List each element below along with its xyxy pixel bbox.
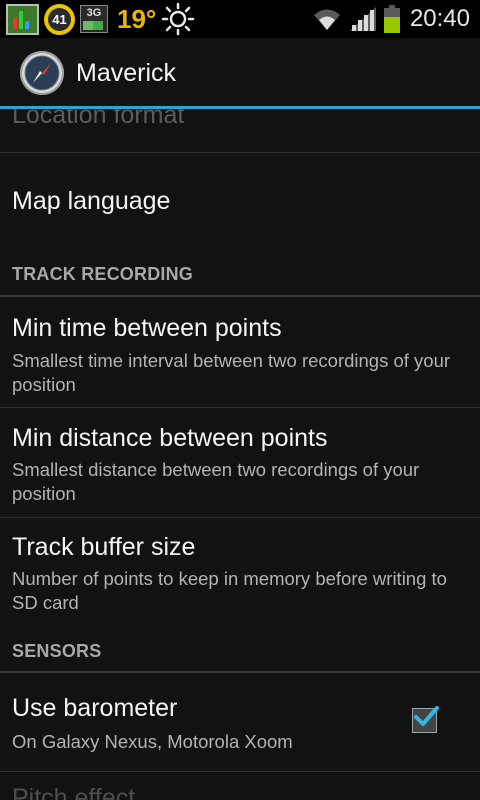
pref-title-location-format: Location format [12,109,185,129]
pref-summary-track-buffer: Number of points to keep in memory befor… [12,568,447,613]
pref-item-min-time[interactable]: Min time between points Smallest time in… [0,297,480,407]
pref-item-pitch-effect[interactable]: Pitch effect [0,772,480,800]
checkmark-icon [414,706,439,726]
pref-title-pitch-effect: Pitch effect [12,784,136,800]
pref-item-use-barometer[interactable]: Use barometer On Galaxy Nexus, Motorola … [0,673,480,771]
signal-icon [349,7,376,31]
section-header-sensors: SENSORS [12,641,102,661]
sun-icon [162,2,195,36]
temperature-label: 19° [117,3,157,34]
badge-number: 41 [48,7,71,31]
network-type-label: 3G [86,7,102,19]
pref-title-min-distance: Min distance between points [12,424,328,452]
pref-title-map-language: Map language [12,187,171,215]
wifi-icon [313,9,340,30]
counter-badge-icon: 41 [44,3,75,35]
network-3g-icon: 3G [80,5,108,33]
app-title: Maverick [76,58,177,87]
pref-item-location-format[interactable]: Location format [0,109,480,152]
status-bar: 41 3G 19° 20:40 [0,0,480,38]
pref-item-map-language[interactable]: Map language [0,153,480,261]
pref-title-use-barometer: Use barometer [12,694,178,722]
pref-title-min-time: Min time between points [12,314,282,342]
clock-time: 20:40 [409,5,470,32]
action-bar: Maverick [0,38,480,108]
preference-list[interactable]: Location format Map language TRACK RECOR… [0,109,480,800]
pref-summary-use-barometer: On Galaxy Nexus, Motorola Xoom [12,731,293,752]
battery-icon [383,5,400,33]
pref-title-track-buffer: Track buffer size [12,533,196,561]
pref-summary-min-distance: Smallest distance between two recordings… [12,459,420,504]
pref-item-min-distance[interactable]: Min distance between points Smallest dis… [0,408,480,517]
pref-summary-min-time: Smallest time interval between two recor… [12,350,451,395]
pref-item-track-buffer[interactable]: Track buffer size Number of points to ke… [0,518,480,628]
barometer-checkbox[interactable] [412,706,439,733]
system-icons: 20:40 [312,0,470,38]
chart-app-icon [6,3,39,35]
section-header-track-recording: TRACK RECORDING [12,264,193,284]
compass-app-icon[interactable] [20,51,64,95]
notification-icons: 41 3G 19° [0,2,195,36]
